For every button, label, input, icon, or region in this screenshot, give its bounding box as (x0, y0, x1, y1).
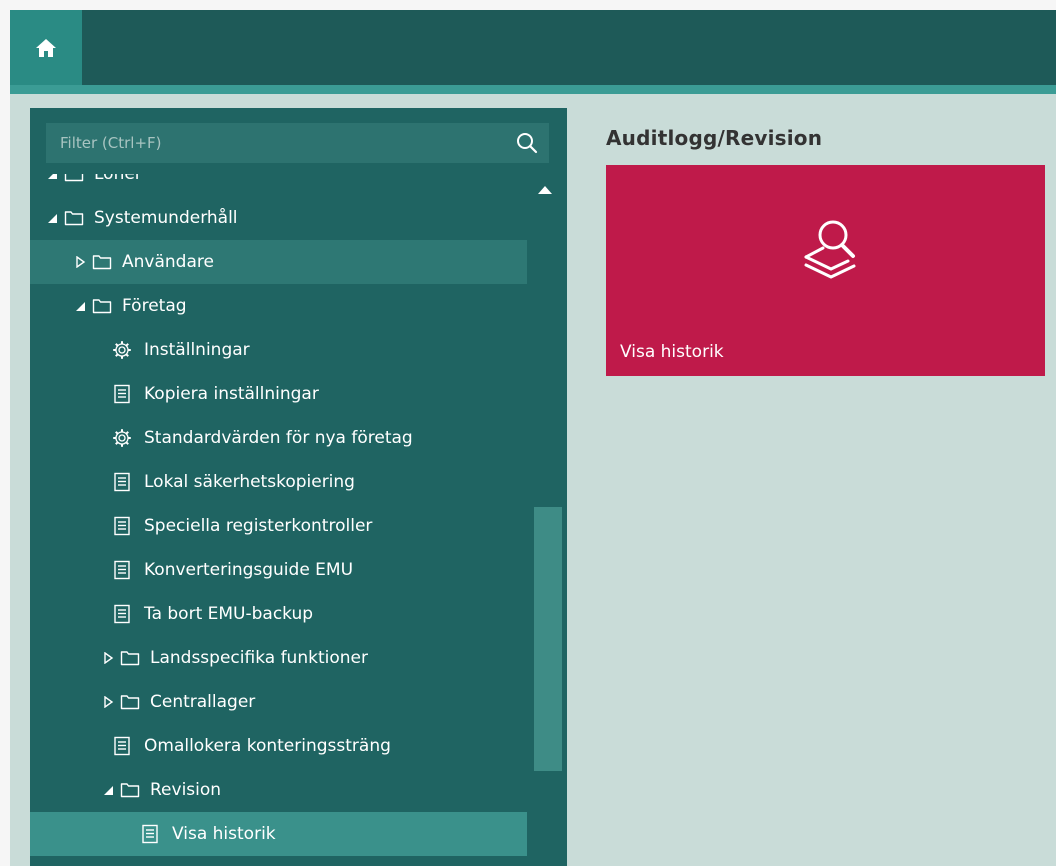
tree-item-label: Centrallager (150, 692, 256, 712)
tree-item[interactable]: Kopiera inställningar (30, 372, 527, 416)
gear-icon (113, 341, 131, 359)
navigation-tree: Löner Systemunderhåll Användare Företag Inst… (30, 174, 567, 866)
search-history-icon (804, 220, 856, 279)
app-window: Löner Systemunderhåll Användare Företag Inst… (10, 10, 1056, 866)
tree-item-label: Landsspecifika funktioner (150, 648, 368, 668)
expand-arrow-icon[interactable] (74, 256, 86, 268)
search-button[interactable] (513, 129, 541, 157)
collapse-arrow-icon[interactable] (74, 300, 86, 312)
folder-icon (120, 651, 140, 666)
folder-icon (92, 299, 112, 314)
tree-item-label: Systemunderhåll (94, 208, 238, 228)
tree-item[interactable]: Revision (30, 768, 527, 812)
expand-arrow-icon[interactable] (102, 696, 114, 708)
tree-item[interactable]: Speciella registerkontroller (30, 504, 527, 548)
tree-item-label: Lokal säkerhetskopiering (144, 472, 355, 492)
collapse-arrow-icon[interactable] (102, 784, 114, 796)
tree-item[interactable]: Landsspecifika funktioner (30, 636, 527, 680)
tree-item[interactable]: Lokal säkerhetskopiering (30, 460, 527, 504)
document-icon (114, 516, 130, 536)
tree-item-label: Inställningar (144, 340, 250, 360)
tree-item[interactable]: Inställningar (30, 328, 527, 372)
folder-icon (92, 255, 112, 270)
document-icon (114, 736, 130, 756)
tree-item-label: Kopiera inställningar (144, 384, 319, 404)
tree-item[interactable]: Visa historik (30, 812, 527, 856)
folder-icon (120, 783, 140, 798)
tree-item[interactable]: Ta bort EMU-backup (30, 592, 527, 636)
filter-box (46, 123, 549, 163)
top-bar (10, 10, 1056, 85)
visa-historik-tile[interactable]: Visa historik (606, 165, 1045, 376)
folder-icon (64, 174, 84, 182)
filter-input[interactable] (46, 123, 486, 163)
tree-item[interactable]: Företag (30, 284, 527, 328)
tree-item[interactable]: Centrallager (30, 680, 527, 724)
search-icon (517, 133, 538, 154)
document-icon (114, 560, 130, 580)
tree-item-label: Företag (122, 296, 187, 316)
home-icon (36, 38, 56, 57)
collapse-arrow-icon[interactable] (46, 212, 58, 224)
tree-item-label: Visa historik (172, 824, 276, 844)
scrollbar-thumb[interactable] (534, 507, 562, 771)
tree-item-label: Standardvärden för nya företag (144, 428, 413, 448)
tree-item-label: Löner (94, 174, 142, 184)
tile-label: Visa historik (620, 342, 724, 362)
folder-icon (120, 695, 140, 710)
tree-item-label: Konverteringsguide EMU (144, 560, 354, 580)
tree-item[interactable]: Standardvärden för nya företag (30, 416, 527, 460)
collapse-arrow-icon[interactable] (46, 174, 58, 180)
home-button[interactable] (10, 10, 82, 85)
tree-item[interactable]: Konverteringsguide EMU (30, 548, 527, 592)
panel-title: Auditlogg/Revision (606, 126, 823, 150)
folder-icon (64, 211, 84, 226)
scroll-up-icon[interactable] (537, 184, 553, 196)
document-icon (114, 384, 130, 404)
tree-item[interactable]: Löner (30, 174, 527, 196)
tree-item[interactable]: Användare (30, 240, 527, 284)
tree-scrollbar[interactable] (527, 174, 567, 866)
tree-item[interactable]: Systemunderhåll (30, 196, 527, 240)
tree-item-label: Speciella registerkontroller (144, 516, 373, 536)
tree-item-label: Användare (122, 252, 214, 272)
expand-arrow-icon[interactable] (102, 652, 114, 664)
tree-item[interactable]: Omallokera konteringssträng (30, 724, 527, 768)
navigation-sidebar: Löner Systemunderhåll Användare Företag Inst… (30, 108, 567, 866)
top-bar-accent-strip (10, 85, 1056, 94)
tree-item-label: Ta bort EMU-backup (144, 604, 314, 624)
document-icon (114, 472, 130, 492)
document-icon (114, 604, 130, 624)
gear-icon (113, 429, 131, 447)
document-icon (142, 824, 158, 844)
tree-item-label: Revision (150, 780, 222, 800)
tree-item-label: Omallokera konteringssträng (144, 736, 391, 756)
